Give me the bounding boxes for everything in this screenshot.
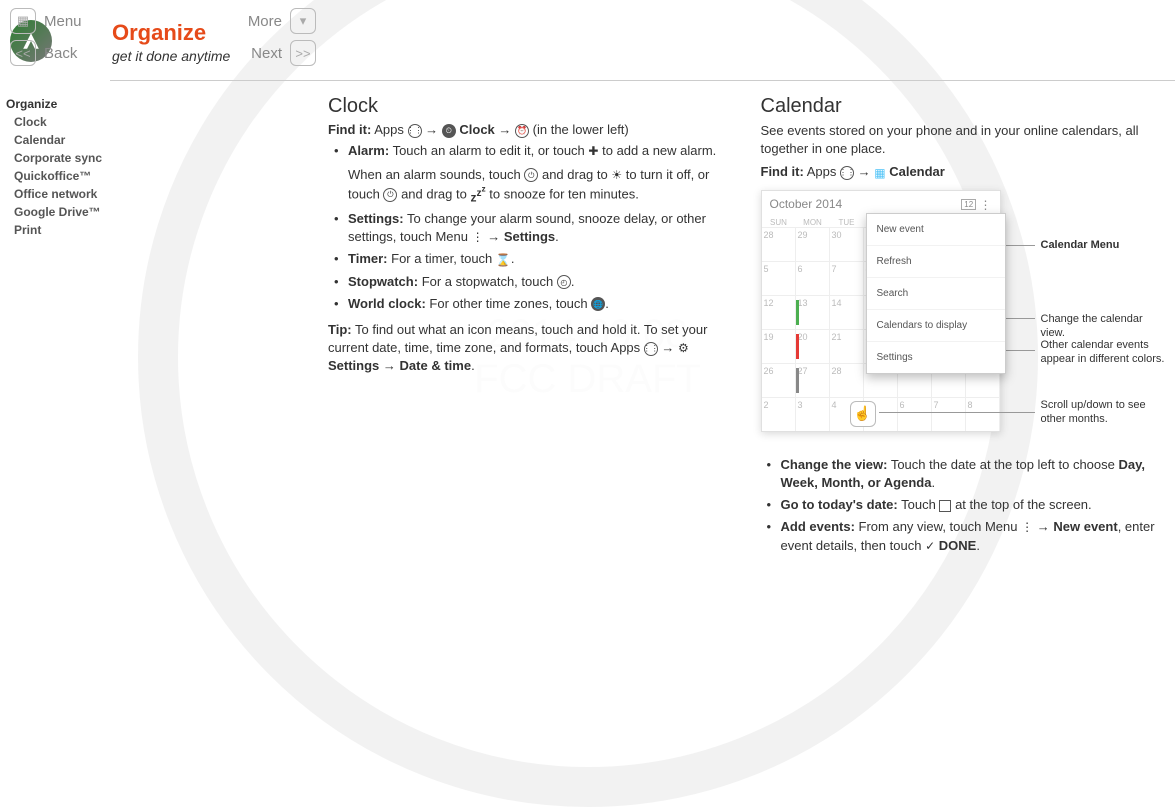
- sidebar-item-corporate-sync[interactable]: Corporate sync: [6, 149, 110, 167]
- calendar-cell[interactable]: 20: [796, 329, 830, 363]
- touch-gesture-icon: ☝: [850, 401, 876, 427]
- calendar-bullet-change-view: Change the view: Touch the date at the t…: [771, 456, 1158, 492]
- clock-bullet-settings: Settings: To change your alarm sound, sn…: [338, 210, 725, 246]
- calendar-app-icon: ▦: [874, 166, 885, 180]
- calendar-cell[interactable]: 8: [966, 397, 1000, 431]
- more-button[interactable]: More ▾: [248, 8, 316, 34]
- globe-icon: 🌐: [591, 297, 605, 311]
- callout-colors: Other calendar events appear in differen…: [1041, 338, 1175, 367]
- plus-icon: ✚: [588, 143, 598, 160]
- menu-refresh[interactable]: Refresh: [867, 246, 1005, 278]
- check-icon: ✓: [925, 538, 935, 555]
- apps-icon-3: ⋮⋮: [840, 166, 854, 180]
- menu-grid-icon: ▦: [10, 8, 36, 34]
- callout-scroll: Scroll up/down to see other months.: [1041, 398, 1161, 427]
- stopwatch-icon: ◴: [557, 275, 571, 289]
- menu-calendars-to-display[interactable]: Calendars to display: [867, 310, 1005, 342]
- calendar-screenshot: October 2014 12 ⋮ SUNMONTUEWEDTHUFRISAT …: [761, 190, 1001, 432]
- overflow-menu-icon[interactable]: ⋮: [980, 198, 992, 212]
- clock-find-it: Find it: Apps ⋮⋮ → ⏲ Clock → ⏰ (in the l…: [328, 122, 725, 138]
- zzz-icon: zzz: [470, 184, 485, 206]
- calendar-cell[interactable]: 28: [762, 227, 796, 261]
- clock-app-icon: ⏲: [442, 124, 456, 138]
- calendar-cell[interactable]: 21: [830, 329, 864, 363]
- calendar-bullet-today: Go to today's date: Touch at the top of …: [771, 496, 1158, 514]
- calendar-cell[interactable]: 29: [796, 227, 830, 261]
- calendar-intro: See events stored on your phone and in y…: [761, 122, 1158, 158]
- alarm-snooze-icon: ⏻: [383, 188, 397, 202]
- calendar-cell[interactable]: 2: [762, 397, 796, 431]
- clock-bullet-timer: Timer: For a timer, touch ⌛.: [338, 250, 725, 268]
- clock-bullet-worldclock: World clock: For other time zones, touch…: [338, 295, 725, 313]
- apps-icon-2: ⋮⋮: [644, 342, 658, 356]
- calendar-heading: Calendar: [761, 95, 1158, 118]
- calendar-bullet-add-events: Add events: From any view, touch Menu ⋮ …: [771, 518, 1158, 554]
- today-icon-2: [939, 500, 951, 512]
- menu-dots-icon-2: ⋮: [1021, 519, 1033, 536]
- back-icon: <<: [10, 40, 36, 66]
- sidebar-item-quickoffice[interactable]: Quickoffice™: [6, 167, 110, 185]
- sun-icon: ☀: [611, 167, 622, 184]
- hourglass-icon: ⌛: [496, 252, 511, 269]
- header-divider: [110, 80, 1175, 81]
- more-dropdown-icon: ▾: [290, 8, 316, 34]
- calendar-cell[interactable]: 7: [830, 261, 864, 295]
- calendar-cell[interactable]: 26: [762, 363, 796, 397]
- sidebar-item-office-network[interactable]: Office network: [6, 185, 110, 203]
- sidebar-item-calendar[interactable]: Calendar: [6, 131, 110, 149]
- menu-search[interactable]: Search: [867, 278, 1005, 310]
- callout-menu: Calendar Menu: [1041, 239, 1120, 251]
- callout-view: Change the calendar view.: [1041, 312, 1158, 341]
- next-button[interactable]: Next >>: [251, 40, 316, 66]
- calendar-find-it: Find it: Apps ⋮⋮ → ▦ Calendar: [761, 164, 1158, 180]
- menu-button[interactable]: ▦ Menu: [10, 8, 82, 34]
- apps-icon: ⋮⋮: [408, 124, 422, 138]
- menu-dots-icon: ⋮: [472, 229, 484, 246]
- calendar-day-label: MON: [796, 218, 830, 227]
- calendar-month-label[interactable]: October 2014: [770, 197, 843, 211]
- calendar-cell[interactable]: 6: [898, 397, 932, 431]
- settings-gear-icon: ⚙: [678, 340, 689, 357]
- calendar-cell[interactable]: 28: [830, 363, 864, 397]
- clock-bullet-stopwatch: Stopwatch: For a stopwatch, touch ◴.: [338, 273, 725, 291]
- sidebar-item-print[interactable]: Print: [6, 221, 110, 239]
- menu-settings[interactable]: Settings: [867, 342, 1005, 373]
- clock-heading: Clock: [328, 95, 725, 118]
- alarm-dismiss-icon: ⏻: [524, 168, 538, 182]
- calendar-cell[interactable]: 13: [796, 295, 830, 329]
- calendar-day-label: SUN: [762, 218, 796, 227]
- sidebar-item-organize[interactable]: Organize: [6, 95, 110, 113]
- calendar-cell[interactable]: 6: [796, 261, 830, 295]
- sidebar-item-google-drive[interactable]: Google Drive™: [6, 203, 110, 221]
- calendar-context-menu: New event Refresh Search Calendars to di…: [866, 213, 1006, 374]
- calendar-cell[interactable]: 27: [796, 363, 830, 397]
- clock-tip: Tip: To find out what an icon means, tou…: [328, 321, 725, 376]
- back-button[interactable]: << Back: [10, 40, 77, 66]
- today-icon[interactable]: 12: [961, 199, 976, 210]
- menu-new-event[interactable]: New event: [867, 214, 1005, 246]
- alarm-icon: ⏰: [515, 124, 529, 138]
- clock-bullet-alarm: Alarm: Touch an alarm to edit it, or tou…: [338, 142, 725, 207]
- calendar-cell[interactable]: 14: [830, 295, 864, 329]
- calendar-cell[interactable]: 7: [932, 397, 966, 431]
- calendar-cell[interactable]: 3: [796, 397, 830, 431]
- next-icon: >>: [290, 40, 316, 66]
- calendar-cell[interactable]: 5: [762, 261, 796, 295]
- calendar-day-label: TUE: [830, 218, 864, 227]
- calendar-cell[interactable]: 12: [762, 295, 796, 329]
- sidebar-item-clock[interactable]: Clock: [6, 113, 110, 131]
- calendar-cell[interactable]: 19: [762, 329, 796, 363]
- footer-nav: ▦ Menu More ▾ << Back Next >>: [0, 2, 330, 66]
- calendar-cell[interactable]: 30: [830, 227, 864, 261]
